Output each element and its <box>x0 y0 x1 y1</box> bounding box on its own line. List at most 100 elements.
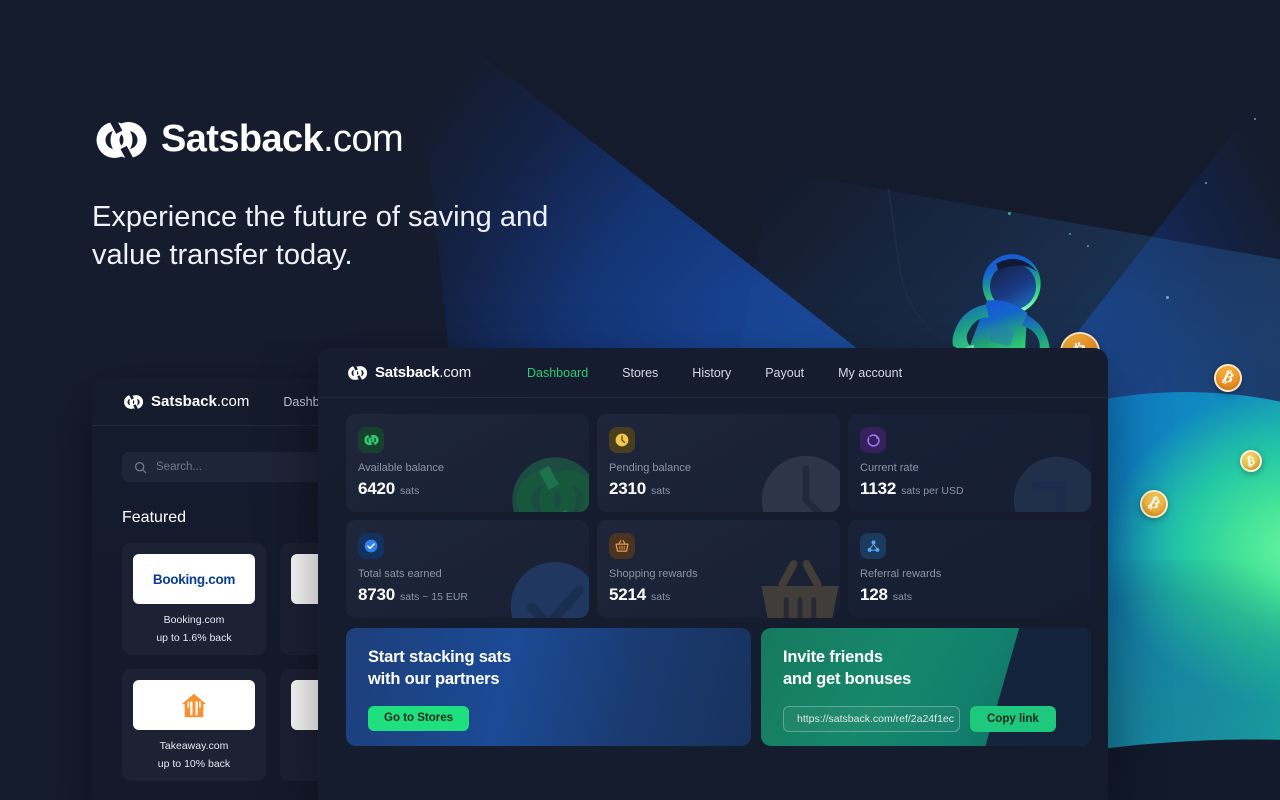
stat-card-total-sats-earned[interactable]: Total sats earned 8730 sats ~ 15 EUR <box>346 520 589 618</box>
star-dot <box>1254 118 1256 120</box>
stat-card-available-balance[interactable]: Available balance 6420 sats <box>346 414 589 512</box>
ghost-brand-wordmark: Satsback.com <box>151 393 249 410</box>
nav-item-dashboard[interactable]: Dashboard <box>527 366 588 380</box>
check-circle-icon-badge <box>358 533 384 559</box>
satsback-logo-icon <box>364 434 379 446</box>
promo-partners-title-line-1: Start stacking sats <box>368 648 511 666</box>
stat-label: Pending balance <box>609 462 691 474</box>
nav-item-history[interactable]: History <box>692 366 731 380</box>
dashboard-brand-name-text: Satsback <box>375 364 440 381</box>
star-dot <box>1087 245 1089 247</box>
stat-card-shopping-rewards[interactable]: Shopping rewards 5214 sats <box>597 520 840 618</box>
promo-card-referral: Invite friends and get bonuses https://s… <box>761 628 1091 746</box>
promo-card-partners: Start stacking sats with our partners Go… <box>346 628 751 746</box>
store-card-takeaway[interactable]: Takeaway.com up to 10% back <box>122 669 266 781</box>
dashboard-brand-logo[interactable]: Satsback.com <box>346 364 471 381</box>
dashboard-brand-tld-text: .com <box>439 364 471 381</box>
stat-unit: sats <box>892 591 913 603</box>
star-dot <box>1069 233 1071 235</box>
stat-label: Current rate <box>860 462 919 474</box>
promo-partners-title-line-2: with our partners <box>368 669 500 688</box>
ghost-brand-name-text: Satsback <box>151 393 217 410</box>
hero-headline: Experience the future of saving and valu… <box>92 199 548 275</box>
stat-value: 2310 <box>609 479 647 498</box>
ghost-brand-logo: Satsback.com <box>122 393 249 410</box>
exchange-rate-icon-badge <box>860 427 886 453</box>
clock-icon <box>615 433 629 447</box>
star-dot <box>1205 182 1207 184</box>
hero-section: Satsback.com Experience the future of sa… <box>92 118 548 275</box>
copy-link-button[interactable]: Copy link <box>970 705 1056 732</box>
hero-headline-line-2: value transfer today. <box>92 238 353 271</box>
stat-value-row: 1132 sats per USD <box>860 479 1091 499</box>
stat-unit: sats <box>400 485 420 497</box>
stat-card-referral-rewards[interactable]: Referral rewards 128 sats <box>848 520 1091 618</box>
brand-name-text: Satsback <box>161 118 324 160</box>
stat-value: 8730 <box>358 585 396 604</box>
stat-card-current-rate[interactable]: Current rate 1132 sats per USD <box>848 414 1091 512</box>
search-icon <box>134 461 147 473</box>
stat-label: Referral rewards <box>860 568 942 580</box>
satsback-link-logo-icon <box>96 118 147 161</box>
referral-link-input[interactable]: https://satsback.com/ref/2a24f1ec <box>783 705 960 732</box>
stat-value-row: 5214 sats <box>609 585 840 605</box>
shopping-basket-icon <box>615 540 629 552</box>
stat-value-row: 8730 sats ~ 15 EUR <box>358 585 589 605</box>
stat-label: Shopping rewards <box>609 568 698 580</box>
nav-item-stores[interactable]: Stores <box>622 366 658 380</box>
stat-unit: sats per USD <box>901 485 964 497</box>
promo-partners-title: Start stacking sats with our partners <box>368 647 729 691</box>
stat-value-row: 128 sats <box>860 585 1091 605</box>
featured-store-column: Booking.com Booking.com up to 1.6% back <box>122 543 266 781</box>
satsback-link-logo-icon <box>124 393 144 410</box>
stat-unit: sats ~ 15 EUR <box>400 591 469 603</box>
store-cashback: up to 10% back <box>157 758 231 770</box>
dashboard-body: Available balance 6420 sats Pending bala… <box>318 398 1108 746</box>
check-circle-icon <box>364 539 378 553</box>
takeaway-com-logo <box>133 680 255 730</box>
takeaway-house-fork-icon <box>181 693 207 718</box>
stat-value: 1132 <box>860 479 897 498</box>
promo-referral-title-line-2: and get bonuses <box>783 669 912 688</box>
stats-grid: Available balance 6420 sats Pending bala… <box>346 414 1091 618</box>
store-card-booking[interactable]: Booking.com Booking.com up to 1.6% back <box>122 543 266 655</box>
stat-value: 128 <box>860 585 888 604</box>
stat-label: Total sats earned <box>358 568 442 580</box>
go-to-stores-button[interactable]: Go to Stores <box>368 705 470 731</box>
dashboard-panel: Satsback.com Dashboard Stores History Pa… <box>318 348 1108 800</box>
store-cashback: up to 1.6% back <box>156 632 232 644</box>
brand-tld-text: .com <box>323 118 404 160</box>
nav-item-payout[interactable]: Payout <box>765 366 804 380</box>
satsback-link-logo-icon <box>348 364 368 381</box>
stat-value: 6420 <box>358 479 396 498</box>
promo-referral-title-line-1: Invite friends <box>783 648 883 666</box>
booking-logo-text: Booking.com <box>152 571 236 587</box>
stat-value-row: 6420 sats <box>358 479 589 499</box>
promo-row: Start stacking sats with our partners Go… <box>346 628 1091 746</box>
brand-logo-row: Satsback.com <box>92 118 548 161</box>
referral-network-icon <box>867 539 879 552</box>
hero-headline-line-1: Experience the future of saving and <box>92 201 549 233</box>
brand-wordmark: Satsback.com <box>161 118 404 161</box>
ghost-brand-tld-text: .com <box>216 393 250 410</box>
dashboard-brand-wordmark: Satsback.com <box>375 364 471 381</box>
store-name: Booking.com <box>163 614 225 626</box>
stat-value-row: 2310 sats <box>609 479 840 499</box>
shopping-basket-icon-badge <box>609 533 635 559</box>
star-dot <box>1008 212 1011 215</box>
stat-label: Available balance <box>358 462 445 474</box>
stat-unit: sats <box>651 485 671 497</box>
dashboard-navbar: Satsback.com Dashboard Stores History Pa… <box>318 348 1108 398</box>
referral-network-icon-badge <box>860 533 886 559</box>
promo-referral-title: Invite friends and get bonuses <box>783 647 1069 691</box>
referral-link-row: https://satsback.com/ref/2a24f1ec Copy l… <box>783 705 1069 732</box>
star-dot <box>1166 296 1169 299</box>
stat-card-pending-balance[interactable]: Pending balance 2310 sats <box>597 414 840 512</box>
satsback-logo-icon-badge <box>358 427 384 453</box>
booking-com-logo: Booking.com <box>133 554 255 604</box>
nav-item-my-account[interactable]: My account <box>838 366 902 380</box>
dashboard-nav-links: Dashboard Stores History Payout My accou… <box>527 366 902 380</box>
clock-icon-badge <box>609 427 635 453</box>
exchange-rate-icon <box>866 433 880 447</box>
stat-unit: sats <box>651 591 671 603</box>
